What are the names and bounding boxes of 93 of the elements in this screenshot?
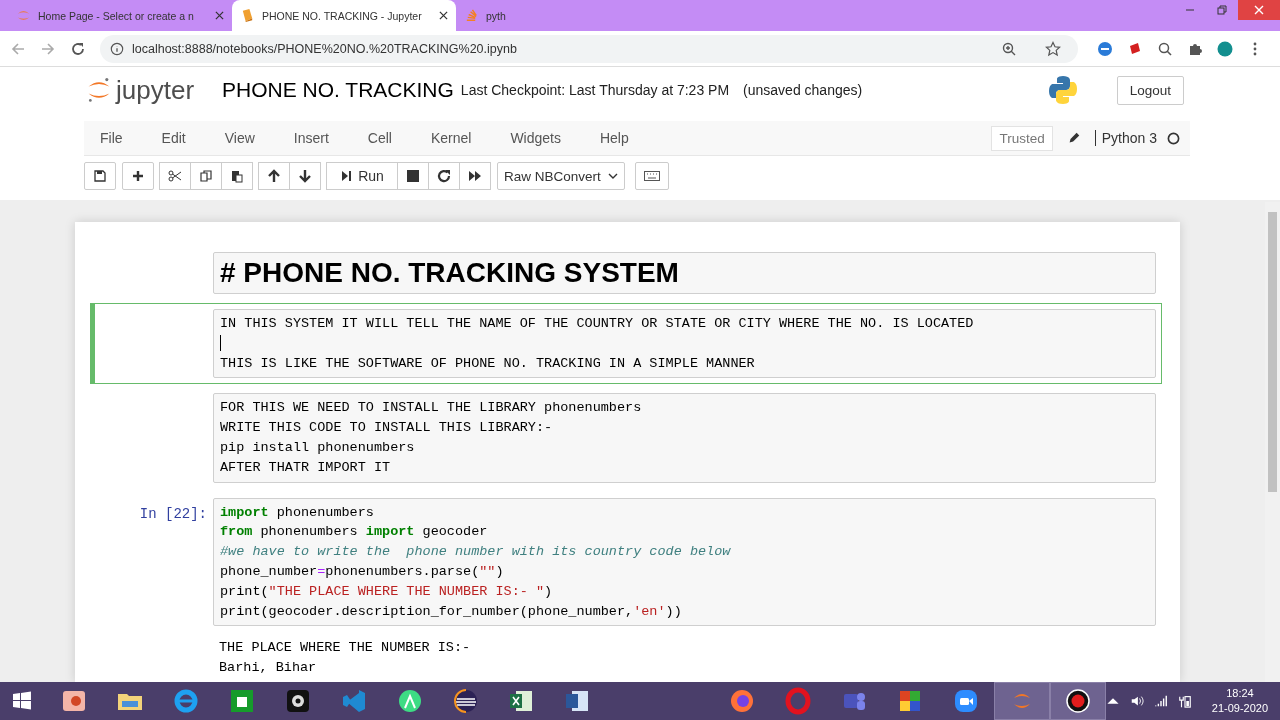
code-line: print("THE PLACE WHERE THE NUMBER IS:- ")	[220, 582, 554, 601]
tab-title: pyth	[486, 9, 507, 22]
windows-start-icon[interactable]	[12, 691, 32, 711]
save-status: (unsaved changes)	[743, 82, 863, 98]
menu-item[interactable]: File	[100, 130, 123, 146]
clock-date: 21-09-2020	[1211, 701, 1269, 716]
info-icon	[110, 41, 124, 56]
stop-icon	[406, 169, 420, 183]
tab-title: Home Page - Select or create a n	[38, 9, 195, 22]
menu-item[interactable]: Kernel	[430, 130, 472, 146]
search-icon[interactable]	[1157, 40, 1173, 57]
close-icon	[1253, 4, 1265, 16]
paste-icon	[230, 169, 244, 183]
fast-forward-button[interactable]	[459, 162, 491, 190]
battery-icon[interactable]	[1177, 694, 1192, 708]
reload-icon[interactable]	[70, 40, 86, 57]
arrow-down-icon	[298, 169, 312, 183]
cell-text: IN THIS SYSTEM IT WILL TELL THE NAME OF THE COUNTRY OR STATE OR CITY WHERE THE NO. IS LOCATED	[220, 315, 975, 333]
save-button[interactable]	[84, 162, 116, 190]
cell-prompt: In [22]:	[139, 505, 207, 522]
cell-text: WRITE THIS CODE TO INSTALL THIS LIBRARY:-	[220, 419, 554, 438]
move-down-button[interactable]	[289, 162, 321, 190]
code-line: from phonenumbers import geocoder	[220, 523, 489, 542]
cell-text: AFTER THATR IMPORT IT	[220, 458, 392, 477]
cell-text: THIS IS LIKE THE SOFTWARE OF PHONE NO. TRACKING IN A SIMPLE MANNER	[220, 354, 756, 373]
browser-tab[interactable]: Home Page - Select or create a n	[8, 0, 232, 31]
cell-type-dropdown[interactable]: Raw NBConvert	[497, 162, 625, 190]
restart-button[interactable]	[428, 162, 460, 190]
eclipse-icon	[451, 687, 480, 715]
trusted-indicator[interactable]: Trusted	[991, 125, 1053, 151]
avatar-icon[interactable]	[1217, 40, 1233, 57]
extension-icon[interactable]	[1127, 40, 1143, 57]
menu-item[interactable]: Widgets	[510, 130, 561, 146]
taskbar-button[interactable]	[1049, 682, 1106, 720]
menu-item[interactable]: Edit	[161, 130, 186, 146]
code-line: phone_number=phonenumbers.parse("")	[220, 562, 505, 581]
code-line: #we have to write the phone number with its country code below	[220, 543, 732, 562]
tab-title: PHONE NO. TRACKING - Jupyter	[262, 9, 423, 22]
clock[interactable]: 18:24 21-09-2020	[1211, 686, 1269, 716]
menu-item[interactable]: View	[224, 130, 255, 146]
code-line: print(geocoder.description_for_number(phone_number,'en'))	[220, 602, 683, 621]
scissors-icon	[168, 169, 182, 183]
checkpoint-text: Last Checkpoint: Last Thursday at 7:23 PM	[460, 82, 730, 98]
plus-icon	[131, 169, 145, 183]
volume-icon[interactable]	[1129, 694, 1144, 708]
paste-button[interactable]	[221, 162, 253, 190]
caret-icon	[608, 173, 618, 179]
stack-icon	[464, 8, 479, 23]
extension-icon[interactable]	[1097, 40, 1113, 57]
fast-forward-icon	[468, 169, 482, 183]
browser-tab[interactable]: pyth	[456, 0, 680, 31]
code-line: import phonenumbers	[220, 503, 375, 522]
logout-button[interactable]: Logout	[1116, 75, 1184, 105]
arrow-up-icon	[267, 169, 281, 183]
signal-icon[interactable]	[1153, 694, 1168, 708]
notebook-title[interactable]: PHONE NO. TRACKING	[222, 78, 454, 102]
record-icon	[1063, 687, 1092, 715]
menu-item[interactable]: Cell	[367, 130, 392, 146]
close-icon[interactable]	[215, 11, 224, 20]
cell-input[interactable]: IN THIS SYSTEM IT WILL TELL THE NAME OF THE COUNTRY OR STATE OR CITY WHERE THE NO. IS LOCATED THIS IS LIKE THE SOFTWARE OF PHONE NO. TRACKING IN A SIMPLE MANNER	[213, 309, 1156, 379]
book-icon	[240, 8, 255, 23]
cell-text: FOR THIS WE NEED TO INSTALL THE LIBRARY phonenumbers	[220, 399, 643, 418]
output-text: Barhi, Bihar	[219, 659, 318, 678]
star-icon[interactable]	[1045, 40, 1061, 57]
clock-time: 18:24	[1226, 686, 1254, 701]
raw-cell[interactable]: FOR THIS WE NEED TO INSTALL THE LIBRARY phonenumbers WRITE THIS CODE TO INSTALL THIS LIBRARY:- pip install phonenumbers AFTER THATR IMPORT IT	[213, 393, 1156, 483]
browser-tab[interactable]: PHONE NO. TRACKING - Jupyter	[232, 0, 456, 31]
opera-icon	[784, 687, 813, 715]
keyboard-icon	[644, 171, 660, 181]
cell-text: pip install phonenumbers	[220, 439, 416, 457]
menu-item[interactable]: Help	[599, 130, 629, 146]
output-text: THE PLACE WHERE THE NUMBER IS:-	[219, 639, 472, 658]
stop-button[interactable]	[397, 162, 429, 190]
add-cell-button[interactable]	[122, 162, 154, 190]
selected-cell[interactable]: IN THIS SYSTEM IT WILL TELL THE NAME OF THE COUNTRY OR STATE OR CITY WHERE THE NO. IS LOCATED THIS IS LIKE THE SOFTWARE OF PHONE NO. TRACKING IN A SIMPLE MANNER	[90, 303, 1162, 385]
keyboard-button[interactable]	[635, 162, 669, 190]
restart-icon	[437, 169, 451, 183]
address-bar[interactable]: localhost:8888/notebooks/PHONE%20NO.%20TRACKING%20.ipynb	[100, 34, 1078, 63]
move-up-button[interactable]	[258, 162, 290, 190]
copy-button[interactable]	[190, 162, 222, 190]
jupyter-logo[interactable]: jupyter	[86, 74, 195, 106]
code-editor[interactable]	[213, 497, 1156, 627]
restore-icon[interactable]	[1216, 4, 1228, 16]
run-button[interactable]: Run	[326, 162, 398, 190]
menu-item[interactable]: Insert	[293, 130, 329, 146]
save-icon	[93, 169, 107, 183]
python-logo	[1046, 74, 1079, 106]
kernel-name: Python 3	[1094, 130, 1157, 146]
close-icon[interactable]	[439, 11, 448, 20]
zoom-icon[interactable]	[1001, 40, 1017, 57]
markdown-cell[interactable]: # PHONE NO. TRACKING SYSTEM	[213, 252, 1156, 294]
copy-icon	[199, 169, 213, 183]
cut-button[interactable]	[159, 162, 191, 190]
